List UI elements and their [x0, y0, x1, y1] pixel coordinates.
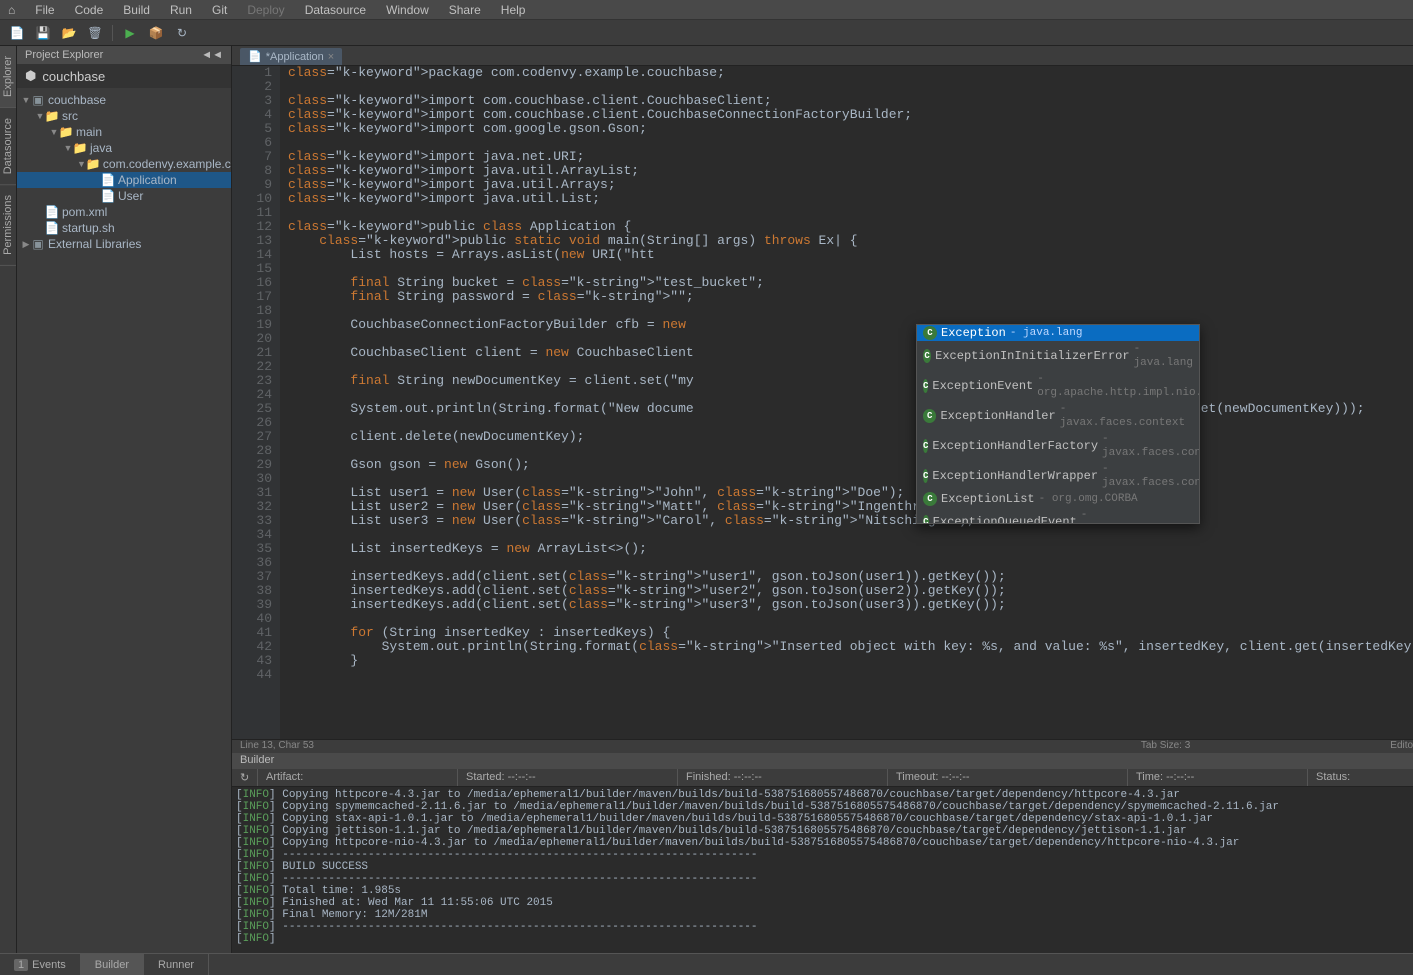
project-icon: ⬢	[25, 68, 36, 84]
autocomplete-item[interactable]: CExceptionHandler- javax.faces.context	[917, 401, 1199, 431]
code-editor[interactable]: 123▼4567▼89101112▼13▼1415161718192021222…	[232, 66, 1413, 739]
class-icon: C	[923, 349, 931, 363]
menu-code[interactable]: Code	[65, 3, 114, 17]
bottom-tab-events[interactable]: 1Events	[0, 954, 81, 975]
editor-tab-application[interactable]: 📄 *Application ×	[240, 48, 342, 65]
tab-size: Tab Size: 3	[1141, 740, 1190, 753]
menu-file[interactable]: File	[25, 3, 64, 17]
class-icon: C	[923, 326, 937, 340]
code-lines[interactable]: class="k-keyword">package com.codenvy.ex…	[280, 66, 1413, 739]
delete-icon[interactable]: 🗑	[84, 23, 106, 43]
panel-title: Project Explorer	[25, 49, 103, 61]
open-icon[interactable]: 📂	[58, 23, 80, 43]
menu-window[interactable]: Window	[376, 3, 439, 17]
autocomplete-item[interactable]: CException- java.lang	[917, 325, 1199, 341]
builder-col: Time: --:--:--	[1128, 769, 1308, 786]
refresh-icon[interactable]: ↻	[232, 769, 258, 786]
app-logo: ⌂	[8, 3, 25, 17]
builder-col: Artifact:	[258, 769, 458, 786]
panel-header: Project Explorer ◄◄	[17, 46, 231, 64]
project-title[interactable]: ⬢ couchbase	[17, 64, 231, 88]
builder-col: Timeout: --:--:--	[888, 769, 1128, 786]
refresh-icon[interactable]: ↻	[171, 23, 193, 43]
autocomplete-item[interactable]: CExceptionInInitializerError- java.lang	[917, 341, 1199, 371]
builder-header: Builder	[232, 753, 1413, 769]
class-icon: C	[923, 515, 929, 524]
close-icon[interactable]: ×	[328, 51, 334, 63]
builder-title: Builder	[240, 754, 274, 766]
autocomplete-item[interactable]: CExceptionList- org.omg.CORBA	[917, 491, 1199, 507]
save-icon[interactable]: 💾	[32, 23, 54, 43]
editor-tabs: 📄 *Application ×	[232, 46, 1413, 66]
menu-help[interactable]: Help	[491, 3, 536, 17]
bottom-tabs: 1EventsBuilderRunner	[0, 953, 1413, 975]
new-file-icon[interactable]: 📄	[6, 23, 28, 43]
editor-name: Editor: CodeMirror	[1390, 740, 1413, 753]
class-icon: C	[923, 439, 928, 453]
collapse-icon[interactable]: ◄◄	[201, 49, 223, 61]
tree-java[interactable]: ▼📁java	[17, 140, 231, 156]
menu-share[interactable]: Share	[439, 3, 491, 17]
side-tab-datasource[interactable]: Datasource	[0, 108, 16, 185]
editor-area: 📄 *Application × 123▼4567▼89101112▼13▼14…	[232, 46, 1413, 953]
bottom-pane: Builder ↻ Artifact: Started: --:--:--Fin…	[232, 753, 1413, 953]
tree: ▼▣couchbase ▼📁src ▼📁main ▼📁java ▼📁com.co…	[17, 88, 231, 953]
tree-main[interactable]: ▼📁main	[17, 124, 231, 140]
menu-deploy[interactable]: Deploy	[237, 3, 294, 17]
autocomplete-item[interactable]: CExceptionEvent- org.apache.http.impl.ni…	[917, 371, 1199, 401]
tab-label: *Application	[266, 51, 324, 63]
class-icon: C	[923, 379, 928, 393]
autocomplete-item[interactable]: CExceptionQueuedEvent- javax.faces.event	[917, 507, 1199, 524]
builder-col: Finished: --:--:--	[678, 769, 888, 786]
tree-user[interactable]: 📄User	[17, 188, 231, 204]
console-output[interactable]: [INFO] Copying httpcore-4.3.jar to /medi…	[232, 787, 1413, 953]
menu-run[interactable]: Run	[160, 3, 202, 17]
tree-startup[interactable]: 📄startup.sh	[17, 220, 231, 236]
class-icon: C	[923, 492, 937, 506]
project-panel: Project Explorer ◄◄ ⬢ couchbase ▼▣couchb…	[17, 46, 232, 953]
side-tab-permissions[interactable]: Permissions	[0, 185, 16, 266]
tree-pkg[interactable]: ▼📁com.codenvy.example.co	[17, 156, 231, 172]
side-tab-explorer[interactable]: Explorer	[0, 46, 16, 108]
menu-git[interactable]: Git	[202, 3, 237, 17]
tree-src[interactable]: ▼📁src	[17, 108, 231, 124]
bottom-tab-builder[interactable]: Builder	[81, 954, 144, 975]
cursor-position: Line 13, Char 53	[240, 740, 314, 753]
builder-bar: ↻ Artifact: Started: --:--:--Finished: -…	[232, 769, 1413, 787]
editor-status: Line 13, Char 53 Tab Size: 3 Editor: Cod…	[232, 739, 1413, 753]
tree-extlib[interactable]: ▶▣External Libraries	[17, 236, 231, 252]
menu-build[interactable]: Build	[113, 3, 160, 17]
autocomplete-popup: CException- java.langCExceptionInInitial…	[916, 324, 1200, 524]
tree-pom[interactable]: 📄pom.xml	[17, 204, 231, 220]
tree-application[interactable]: 📄Application	[17, 172, 231, 188]
class-icon: C	[923, 469, 928, 483]
gutter: 123▼4567▼89101112▼13▼1415161718192021222…	[232, 66, 280, 739]
builder-col: Started: --:--:--	[458, 769, 678, 786]
class-icon: C	[923, 409, 936, 423]
separator	[112, 25, 113, 41]
left-sidebar-tabs: Explorer Datasource Permissions	[0, 46, 17, 953]
build-icon[interactable]: 📦	[145, 23, 167, 43]
toolbar: 📄 💾 📂 🗑 ▶ 📦 ↻	[0, 20, 1413, 46]
tree-root[interactable]: ▼▣couchbase	[17, 92, 231, 108]
project-name: couchbase	[42, 69, 105, 84]
autocomplete-item[interactable]: CExceptionHandlerWrapper- javax.faces.co…	[917, 461, 1199, 491]
autocomplete-item[interactable]: CExceptionHandlerFactory- javax.faces.co…	[917, 431, 1199, 461]
file-icon: 📄	[248, 50, 262, 63]
menu-datasource[interactable]: Datasource	[295, 3, 376, 17]
menubar: ⌂ File Code Build Run Git Deploy Datasou…	[0, 0, 1413, 20]
builder-col: Status:	[1308, 769, 1413, 786]
run-icon[interactable]: ▶	[119, 23, 141, 43]
bottom-tab-runner[interactable]: Runner	[144, 954, 209, 975]
